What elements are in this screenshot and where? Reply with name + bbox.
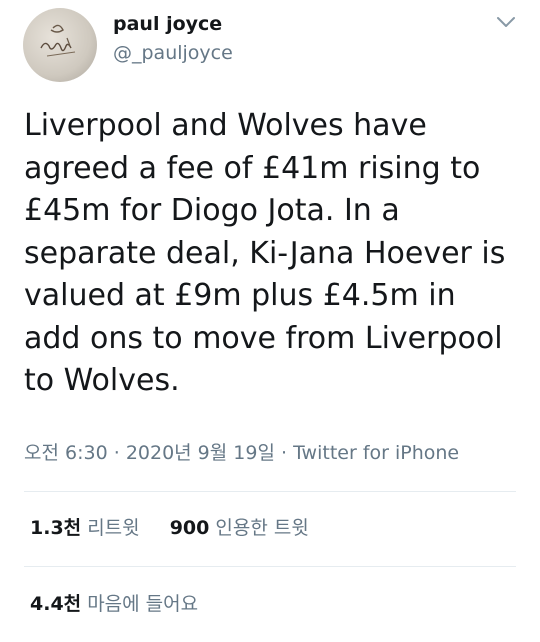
quote-tweets-stat[interactable]: 900 인용한 트윗	[170, 517, 309, 539]
tweet-time[interactable]: 오전 6:30	[24, 440, 108, 466]
meta-separator: ·	[281, 442, 288, 464]
quote-tweets-count: 900	[169, 517, 210, 539]
tweet-source[interactable]: Twitter for iPhone	[293, 440, 459, 466]
divider	[24, 491, 516, 492]
stats-row-retweets: 1.3천 리트윗 900 인용한 트윗	[30, 516, 309, 540]
meta-separator: ·	[113, 442, 120, 464]
quote-tweets-label: 인용한 트윗	[215, 517, 309, 539]
likes-stat[interactable]: 4.4천 마음에 들어요	[30, 593, 198, 615]
divider	[24, 566, 516, 567]
author-handle[interactable]: @_pauljoyce	[113, 41, 233, 65]
author-display-name[interactable]: paul joyce	[113, 12, 222, 36]
retweets-count: 1.3천	[30, 517, 82, 539]
retweets-stat[interactable]: 1.3천 리트윗	[30, 517, 146, 539]
tweet-date[interactable]: 2020년 9월 19일	[126, 440, 275, 466]
retweets-label: 리트윗	[87, 517, 140, 539]
likes-count: 4.4천	[30, 593, 82, 615]
avatar[interactable]	[23, 8, 97, 82]
avatar-scribble-icon	[40, 24, 76, 57]
chevron-down-icon[interactable]	[494, 12, 518, 32]
tweet-text: Liverpool and Wolves have agreed a fee o…	[24, 108, 506, 398]
tweet-meta: 오전 6:30 · 2020년 9월 19일 · Twitter for iPh…	[24, 440, 459, 466]
likes-label: 마음에 들어요	[87, 593, 199, 615]
stats-row-likes: 4.4천 마음에 들어요	[30, 592, 198, 616]
